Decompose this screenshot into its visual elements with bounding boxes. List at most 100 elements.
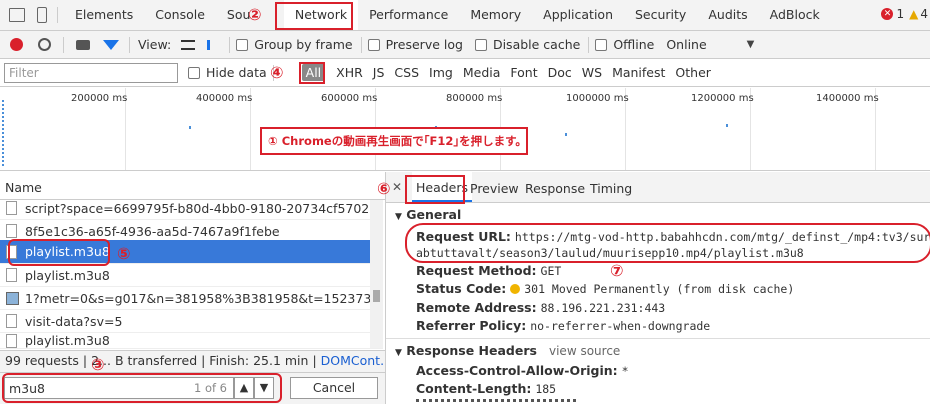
inspect-icon[interactable] xyxy=(9,8,25,22)
group-by-frame-label: Group by frame xyxy=(254,37,353,52)
status-code-key: Status Code: xyxy=(416,281,507,296)
step1-callout: ① Chromeの動画再生画面で｢F12｣を押します。 xyxy=(260,127,528,155)
checkbox-box[interactable] xyxy=(236,38,249,51)
search-cancel-button[interactable]: Cancel xyxy=(290,377,378,399)
close-icon[interactable]: ✕ xyxy=(392,180,402,194)
tab-response[interactable]: Response xyxy=(525,172,585,206)
screenshot-camera-icon[interactable] xyxy=(76,39,90,50)
request-name: visit-data?sv=5 xyxy=(25,313,123,329)
checkbox-box[interactable] xyxy=(188,66,200,79)
view-source-link[interactable]: view source xyxy=(549,344,620,358)
referrer-policy-key: Referrer Policy: xyxy=(416,318,527,333)
clear-icon[interactable] xyxy=(38,38,51,51)
request-list-scrollbar[interactable] xyxy=(370,200,383,348)
highlight-search xyxy=(2,373,282,403)
marker-7: ⑦ xyxy=(610,261,624,280)
timeline-tick: 800000 ms xyxy=(446,93,503,104)
remote-address-value: 88.196.221.231:443 xyxy=(540,301,666,315)
hide-data-label: Hide data xyxy=(206,65,267,80)
offline-checkbox[interactable]: Offline xyxy=(595,37,654,52)
filter-type-font[interactable]: Font xyxy=(505,65,542,80)
tab-application[interactable]: Application xyxy=(532,0,624,30)
filter-type-other[interactable]: Other xyxy=(670,65,716,80)
filter-type-xhr[interactable]: XHR xyxy=(331,65,368,80)
file-icon xyxy=(6,268,17,282)
requests-status-bar: 99 requests | 2... B transferred | Finis… xyxy=(0,350,385,372)
request-row[interactable]: playlist.m3u8 xyxy=(0,333,383,349)
record-icon[interactable] xyxy=(10,38,23,51)
content-length-key: Content-Length: xyxy=(416,381,532,396)
tab-preview[interactable]: Preview xyxy=(470,172,519,206)
tab-adblock[interactable]: AdBlock xyxy=(759,0,831,30)
pane-divider[interactable] xyxy=(385,172,386,404)
filter-type-js[interactable]: JS xyxy=(368,65,390,80)
throttling-select[interactable]: Online xyxy=(666,37,706,52)
error-icon: ✕ xyxy=(881,8,894,20)
request-name: playlist.m3u8 xyxy=(25,267,110,283)
separator xyxy=(360,36,362,53)
filter-type-manifest[interactable]: Manifest xyxy=(607,65,670,80)
tab-timing[interactable]: Timing xyxy=(590,172,632,206)
separator xyxy=(63,36,64,53)
tab-elements[interactable]: Elements xyxy=(64,0,144,30)
separator xyxy=(229,36,231,53)
referrer-policy-value: no-referrer-when-downgrade xyxy=(530,319,711,333)
warning-count[interactable]: 4 xyxy=(920,7,928,21)
chevron-down-icon[interactable]: ▼ xyxy=(747,39,755,50)
request-row[interactable]: playlist.m3u8 xyxy=(0,264,383,287)
timeline-tick: 400000 ms xyxy=(196,93,253,104)
tab-console[interactable]: Console xyxy=(144,0,216,30)
image-icon xyxy=(6,291,19,305)
filter-type-img[interactable]: Img xyxy=(424,65,458,80)
checkbox-box[interactable] xyxy=(367,38,380,51)
tab-audits[interactable]: Audits xyxy=(697,0,758,30)
marker-5: ⑤ xyxy=(117,244,131,263)
tab-performance[interactable]: Performance xyxy=(358,0,459,30)
transferred-size: 2... B transferred xyxy=(91,353,198,368)
status-code-row: Status Code: 301 Moved Permanently (from… xyxy=(416,281,794,296)
large-rows-icon[interactable] xyxy=(181,39,196,50)
general-section-header[interactable]: ▼ General xyxy=(395,207,461,222)
status-dot-icon xyxy=(510,284,521,294)
file-icon xyxy=(6,314,17,328)
error-count[interactable]: 1 xyxy=(896,7,904,21)
request-row[interactable]: 1?metr=0&s=g017&n=381958%3B381958&t=1523… xyxy=(0,287,370,310)
scrollbar-thumb[interactable] xyxy=(373,290,380,302)
checkbox-box[interactable] xyxy=(595,38,608,51)
response-headers-section-header[interactable]: ▼ Response Headers xyxy=(395,343,537,358)
filter-funnel-icon[interactable] xyxy=(103,39,119,50)
device-toggle-icon[interactable] xyxy=(37,7,47,23)
acao-key: Access-Control-Allow-Origin: xyxy=(416,363,618,378)
expand-triangle-icon: ▼ xyxy=(395,212,402,222)
name-column-header[interactable]: Name xyxy=(5,180,42,195)
file-icon xyxy=(6,224,17,238)
group-by-frame-checkbox[interactable]: Group by frame xyxy=(236,37,353,52)
general-title: General xyxy=(406,207,462,222)
timeline-tick: 1200000 ms xyxy=(691,93,754,104)
filter-input[interactable]: Filter xyxy=(4,62,178,83)
filter-type-media[interactable]: Media xyxy=(458,65,506,80)
filter-type-css[interactable]: CSS xyxy=(389,65,424,80)
request-row[interactable]: script?space=6699795f-b80d-4bb0-9180-207… xyxy=(0,197,383,220)
content-length-value: 185 xyxy=(535,382,557,396)
hide-data-checkbox[interactable]: Hide data xyxy=(188,65,267,80)
filter-type-doc[interactable]: Doc xyxy=(543,65,577,80)
timeline-tick: 200000 ms xyxy=(71,93,128,104)
response-headers-title: Response Headers xyxy=(406,343,537,358)
view-label: View: xyxy=(138,37,172,52)
expand-triangle-icon: ▼ xyxy=(395,348,402,358)
request-row[interactable]: visit-data?sv=5 xyxy=(0,310,383,333)
highlight-headers-tab xyxy=(405,175,465,204)
checkbox-box[interactable] xyxy=(474,38,487,51)
offline-label: Offline xyxy=(613,37,655,52)
marker-3: ③ xyxy=(91,355,105,374)
filter-type-ws[interactable]: WS xyxy=(577,65,607,80)
disable-cache-label: Disable cache xyxy=(492,37,581,52)
tab-security[interactable]: Security xyxy=(624,0,697,30)
network-options-bar: View: Group by frame Preserve log Disabl… xyxy=(0,31,930,59)
waterfall-icon[interactable] xyxy=(207,39,221,50)
disable-cache-checkbox[interactable]: Disable cache xyxy=(474,37,581,52)
preserve-log-checkbox[interactable]: Preserve log xyxy=(367,37,463,52)
content-length-row: Content-Length: 185 xyxy=(416,381,556,396)
tab-memory[interactable]: Memory xyxy=(459,0,532,30)
